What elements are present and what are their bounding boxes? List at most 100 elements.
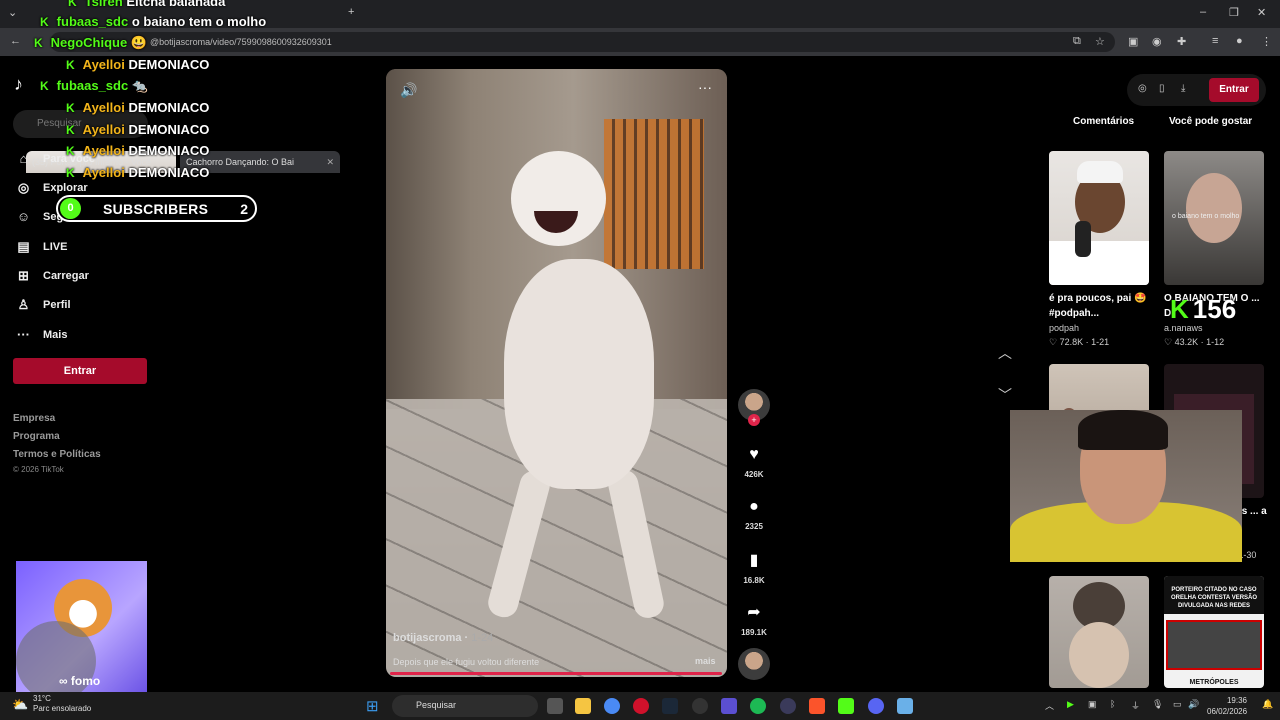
share-button[interactable]: ➦ 189.1K [736,602,772,637]
windows-start-icon[interactable]: ⊞ [366,697,379,715]
obs-icon[interactable] [692,698,708,714]
more-link[interactable]: mais [695,656,716,666]
brave-icon[interactable] [809,698,825,714]
footer-link-program[interactable]: Programa [13,431,60,442]
microphone-image [1075,221,1091,257]
card-title[interactable]: é pra poucos, pai 🤩 #podpah... [1049,291,1154,321]
task-view-icon[interactable] [547,698,563,714]
follow-plus-icon[interactable]: + [748,414,760,426]
video-player[interactable]: 🔊 ··· [386,69,727,677]
video-author[interactable]: botijascroma · 1-24 [393,632,493,644]
chat-message: K Ayelloi DEMONIACO [66,143,210,158]
kick-icon: K [66,166,75,180]
tray-app-icon[interactable]: ▣ [1088,699,1097,710]
profile-avatar-icon[interactable]: ● [1236,35,1243,47]
scroll-up-icon[interactable]: ︿ [998,343,1012,363]
taskbar-search-input[interactable]: Pesquisar [392,695,538,717]
video-description: Depois que ele fugiu voltou diferente [393,657,540,667]
streamlabs-icon[interactable] [780,698,796,714]
footer-link-terms[interactable]: Termos e Políticas [13,449,101,460]
extension-icon[interactable]: ▣ [1128,35,1138,48]
sidebar-item-explore[interactable]: ◎ Explorar [16,180,88,196]
chat-message: K Tsiren Eitcha baianada [68,0,225,9]
sidebar-item-more[interactable]: ··· Mais [16,327,67,342]
extension2-icon[interactable]: ◉ [1152,35,1162,48]
puzzle-icon[interactable]: ✚ [1177,35,1186,48]
kick-icon: K [40,15,49,29]
phone-icon[interactable]: ▯ [1159,83,1165,94]
tray-expand-icon[interactable]: ︿ [1045,699,1054,712]
video-progress-bar[interactable] [390,672,722,675]
bookmark-icon: ▮ [749,552,759,569]
chrome-icon[interactable] [604,698,620,714]
music-disc-avatar[interactable] [738,648,770,680]
save-button[interactable]: ▮ 16.8K [736,550,772,585]
sidebar-item-upload[interactable]: ⊞ Carregar [16,268,89,284]
coins-icon[interactable]: ◎ [1138,83,1147,94]
taskbar-clock[interactable]: 19:36 06/02/2026 [1207,695,1247,717]
chat-message: K Ayelloi DEMONIACO [66,100,210,115]
kick-icon: K [40,79,49,93]
tray-mic-icon[interactable]: 🎙 [1152,699,1163,710]
bookmark-star-icon[interactable]: ☆ [1095,35,1105,48]
recommended-video-thumbnail[interactable] [1049,576,1149,688]
tab-close-icon[interactable]: ✕ [326,157,334,168]
file-explorer-icon[interactable] [575,698,591,714]
upload-icon: ⊞ [18,268,29,283]
app-grid-icon[interactable] [721,698,737,714]
comment-button[interactable]: ● 2325 [736,498,772,531]
fomo-logo-icon: ∞ [59,674,71,688]
tray-volume-icon[interactable]: 🔊 [1188,699,1199,710]
card-author[interactable]: podpah [1049,323,1079,333]
install-icon[interactable]: ⧉ [1073,35,1081,48]
notepad-icon[interactable] [897,698,913,714]
tray-usb-icon[interactable]: ⏚ [1131,699,1140,712]
recommended-video-thumbnail[interactable] [1049,151,1149,285]
steam-icon[interactable] [662,698,678,714]
card-stats: ♡ 72.8K · 1-21 [1049,337,1110,347]
browser-menu-icon[interactable]: ⋮ [1261,35,1272,48]
kick-app-icon[interactable] [838,698,854,714]
login-button[interactable]: Entrar [13,358,147,384]
weather-icon[interactable]: ⛅ [12,697,28,713]
minimize-icon[interactable]: – [1200,6,1206,18]
tray-bluetooth-icon[interactable]: ᛒ [1110,699,1115,709]
tiktok-logo-icon[interactable]: ♪ [14,74,23,95]
tab-menu-icon[interactable]: ⌄ [8,6,17,19]
sidebar-item-live[interactable]: ▤ LIVE [16,239,67,255]
volume-icon[interactable]: 🔊 [400,82,417,99]
background-window [604,119,704,269]
tab-comments[interactable]: Comentários [1073,116,1134,127]
tray-play-icon[interactable]: ▶ [1067,699,1074,710]
kick-viewer-count: K 156 [1170,294,1237,324]
tray-monitor-icon[interactable]: ▭ [1173,699,1182,710]
reading-list-icon[interactable]: ≡ [1212,35,1218,47]
person-icon: ☺ [16,209,31,224]
new-tab-icon[interactable]: + [348,6,354,18]
opera-icon[interactable] [633,698,649,714]
maximize-icon[interactable]: ❐ [1229,6,1239,19]
notification-icon[interactable]: 🔔 [1262,699,1273,710]
recommended-video-thumbnail[interactable]: PORTEIRO CITADO NO CASO ORELHA CONTESTA … [1164,576,1264,688]
recommended-video-thumbnail[interactable]: o baiano tem o molho [1164,151,1264,285]
tab-you-may-like[interactable]: Você pode gostar [1169,116,1252,127]
more-icon: ··· [17,327,30,342]
footer-link-company[interactable]: Empresa [13,413,55,424]
weather-widget[interactable]: 31°C Parc ensolarado [33,694,91,714]
login-button-top[interactable]: Entrar [1209,78,1259,102]
discord-icon[interactable] [868,698,884,714]
comment-icon: ● [749,498,759,515]
scroll-down-icon[interactable]: ﹀ [998,385,1012,405]
like-button[interactable]: ♥ 426K [736,446,772,479]
video-options-icon[interactable]: ··· [698,79,712,95]
sidebar-item-profile[interactable]: ♙ Perfil [16,297,71,313]
emote-icon: 🐀 [131,78,149,93]
live-icon: ▤ [17,239,30,254]
close-window-icon[interactable]: ✕ [1257,6,1266,19]
spotify-icon[interactable] [750,698,766,714]
url-field[interactable]: @botijascroma/video/7599098600932609301 [50,32,1115,52]
profile-icon: ♙ [17,297,30,312]
download-icon[interactable]: ⤓ [1181,83,1185,94]
back-icon[interactable]: ← [10,35,21,47]
shirt-image [1049,241,1149,285]
